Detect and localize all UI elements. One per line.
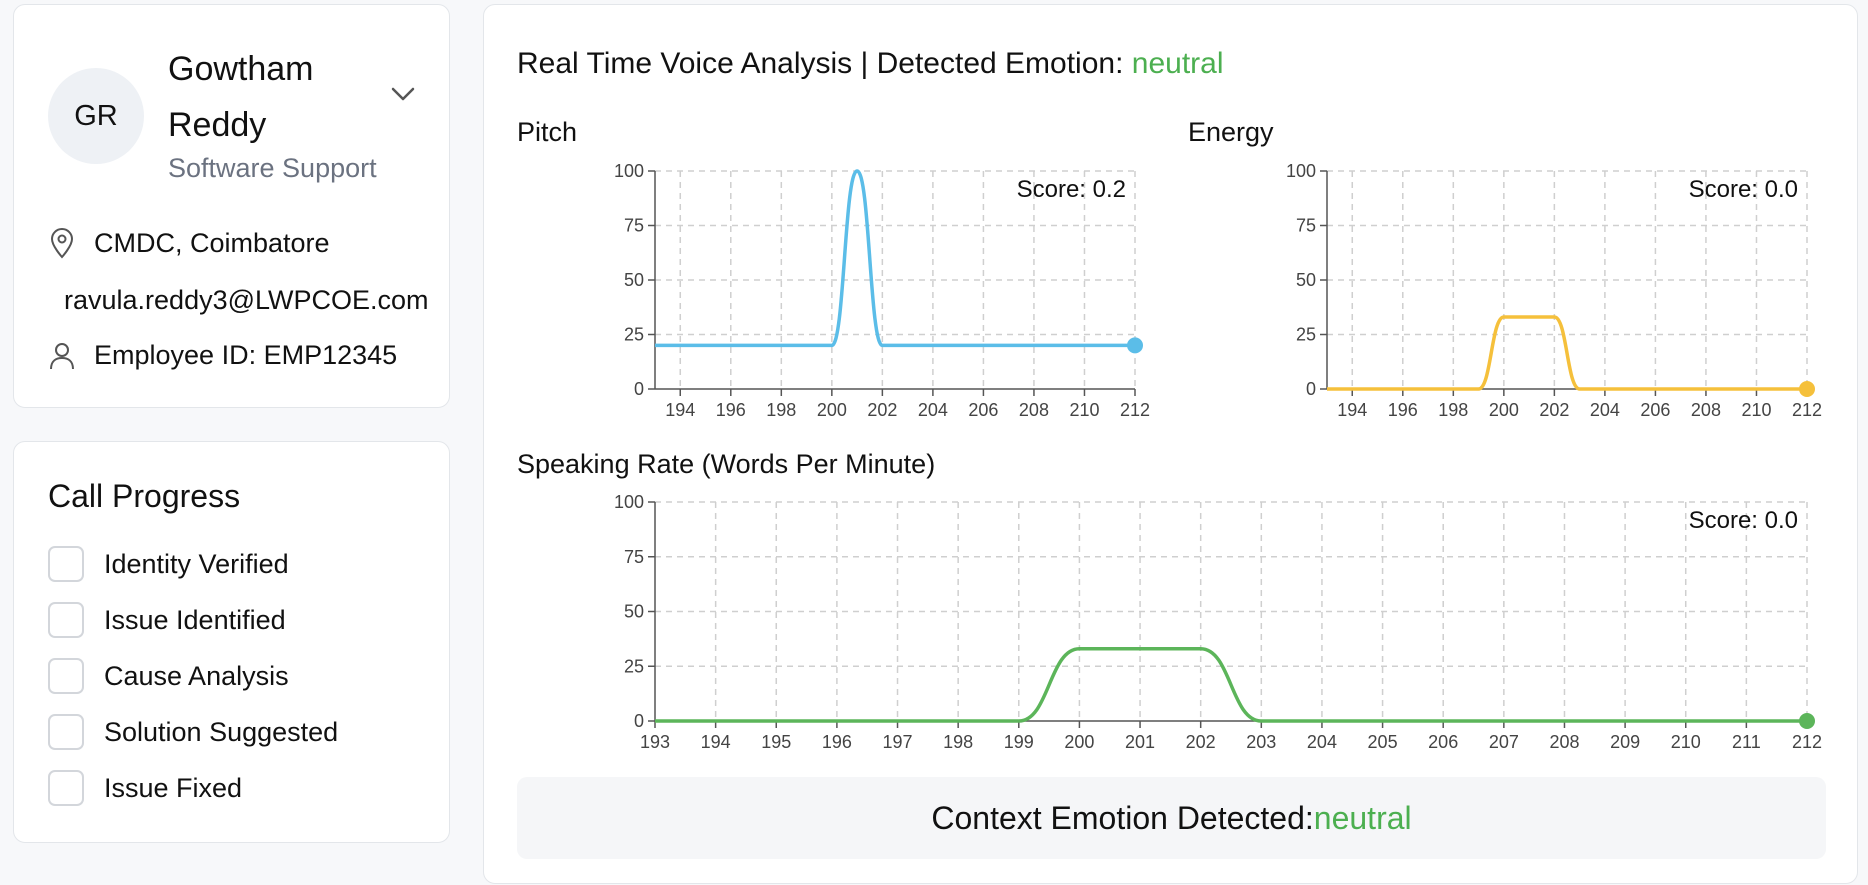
pitch-y-tick-label: 75 — [624, 216, 644, 236]
energy-x-tick-label: 206 — [1640, 400, 1670, 420]
energy-score-label: Score: 0.0 — [1689, 176, 1798, 203]
pitch-y-tick-label: 100 — [614, 161, 644, 181]
voice-analysis-card: Real Time Voice Analysis | Detected Emot… — [483, 4, 1858, 884]
call-progress-title: Call Progress — [48, 478, 241, 514]
pitch-x-tick-label: 200 — [817, 400, 847, 420]
avatar: GR — [48, 68, 144, 164]
speaking-rate-x-tick-label: 211 — [1732, 732, 1761, 752]
email-row: ravula.reddy3@LWPCOE.com — [64, 285, 429, 316]
speaking-rate-x-tick-label: 204 — [1307, 732, 1337, 752]
speaking-rate-x-tick-label: 196 — [822, 732, 852, 752]
speaking-rate-y-tick-label: 75 — [624, 547, 644, 567]
energy-x-tick-label: 200 — [1489, 400, 1519, 420]
checkbox[interactable] — [48, 546, 84, 582]
pitch-score-label: Score: 0.2 — [1017, 176, 1126, 203]
pitch-last-point — [1127, 337, 1143, 354]
energy-x-tick-label: 208 — [1691, 400, 1721, 420]
pitch-x-tick-label: 198 — [766, 400, 796, 420]
pitch-x-tick-label: 204 — [918, 400, 948, 420]
speaking-rate-x-tick-label: 200 — [1064, 732, 1094, 752]
energy-y-tick-label: 50 — [1296, 270, 1316, 290]
email-text: ravula.reddy3@LWPCOE.com — [64, 285, 429, 315]
speaking-rate-y-tick-label: 50 — [624, 602, 644, 622]
checkbox[interactable] — [48, 714, 84, 750]
employee-id-text: Employee ID: EMP12345 — [94, 340, 398, 370]
speaking-rate-x-tick-label: 210 — [1671, 732, 1701, 752]
checklist-item-issue-fixed[interactable]: Issue Fixed — [48, 770, 242, 806]
pitch-y-tick-label: 50 — [624, 270, 644, 290]
pitch-y-tick-label: 0 — [634, 379, 644, 399]
profile-name: Gowtham Reddy — [168, 50, 314, 144]
pitch-x-tick-label: 196 — [716, 400, 746, 420]
speaking-rate-x-tick-label: 205 — [1368, 732, 1398, 752]
speaking-rate-y-tick-label: 0 — [634, 711, 644, 731]
location-row: CMDC, Coimbatore — [48, 227, 330, 259]
speaking-rate-x-tick-label: 208 — [1549, 732, 1579, 752]
speaking-rate-x-tick-label: 202 — [1186, 732, 1216, 752]
checklist-item-issue-identified[interactable]: Issue Identified — [48, 602, 286, 638]
speaking-rate-score-label: Score: 0.0 — [1689, 507, 1798, 534]
speaking-rate-x-tick-label: 207 — [1489, 732, 1519, 752]
user-icon — [50, 342, 74, 369]
checklist-item-solution-suggested[interactable]: Solution Suggested — [48, 714, 338, 750]
location-pin-icon — [50, 228, 74, 259]
pitch-chart: 0 25 50 75 100 194 196 198 200 202 204 206 208 210 212… — [614, 161, 1822, 752]
speaking-rate-series-line — [655, 646, 1807, 723]
pitch-x-tick-label: 206 — [968, 400, 998, 420]
profile-role: Software Support — [168, 153, 377, 183]
pitch-x-tick-label: 202 — [867, 400, 897, 420]
energy-y-tick-label: 25 — [1296, 325, 1316, 345]
speaking-rate-x-tick-label: 203 — [1246, 732, 1276, 752]
speaking-rate-x-tick-label: 212 — [1792, 732, 1822, 752]
speaking-rate-last-point — [1799, 713, 1815, 729]
pitch-x-tick-label: 210 — [1069, 400, 1099, 420]
energy-x-tick-label: 204 — [1590, 400, 1620, 420]
pitch-x-tick-label: 208 — [1019, 400, 1049, 420]
speaking-rate-x-tick-label: 197 — [883, 732, 913, 752]
speaking-rate-x-tick-label: 194 — [701, 732, 731, 752]
checklist-label: Cause Analysis — [104, 660, 289, 691]
energy-x-tick-label: 212 — [1792, 400, 1822, 420]
energy-x-tick-label: 194 — [1337, 400, 1367, 420]
checklist-label: Issue Fixed — [104, 772, 243, 803]
speaking-rate-y-tick-label: 100 — [614, 492, 644, 512]
checklist-label: Solution Suggested — [104, 716, 339, 747]
pitch-y-tick-label: 25 — [624, 325, 644, 345]
speaking-rate-y-tick-label: 25 — [624, 656, 644, 676]
call-progress-card: Call Progress Identity Verified Issue Id… — [13, 441, 450, 843]
energy-y-tick-label: 0 — [1306, 379, 1316, 399]
chevron-down-icon[interactable] — [390, 83, 416, 105]
checkbox[interactable] — [48, 602, 84, 638]
energy-y-tick-label: 100 — [1286, 161, 1316, 181]
speaking-rate-x-tick-label: 199 — [1004, 732, 1034, 752]
speaking-rate-x-tick-label: 193 — [640, 732, 670, 752]
speaking-rate-x-tick-label: 195 — [761, 732, 791, 752]
location-text: CMDC, Coimbatore — [94, 227, 330, 258]
energy-x-tick-label: 198 — [1438, 400, 1468, 420]
context-emotion: neutral — [1313, 799, 1412, 836]
energy-x-tick-label: 202 — [1539, 400, 1569, 420]
energy-last-point — [1799, 381, 1815, 397]
context-emotion-prefix: Context Emotion Detected: — [931, 799, 1314, 836]
speaking-rate-x-tick-label: 198 — [943, 732, 973, 752]
energy-y-tick-label: 75 — [1296, 216, 1316, 236]
checklist-item-cause-analysis[interactable]: Cause Analysis — [48, 658, 289, 694]
checklist-label: Identity Verified — [104, 548, 289, 579]
energy-x-tick-label: 210 — [1741, 400, 1771, 420]
pitch-x-tick-label: 212 — [1120, 400, 1150, 420]
speaking-rate-x-tick-label: 201 — [1125, 732, 1155, 752]
profile-card: GR Gowtham Reddy Software Support CMDC, … — [13, 4, 450, 408]
speaking-rate-x-tick-label: 209 — [1610, 732, 1640, 752]
energy-x-tick-label: 196 — [1388, 400, 1418, 420]
speaking-rate-x-tick-label: 206 — [1428, 732, 1458, 752]
pitch-x-tick-label: 194 — [665, 400, 695, 420]
checkbox[interactable] — [48, 658, 84, 694]
checklist-item-identity-verified[interactable]: Identity Verified — [48, 546, 289, 582]
employee-id-row: Employee ID: EMP12345 — [48, 340, 397, 371]
energy-series-line — [1326, 315, 1807, 391]
checkbox[interactable] — [48, 770, 84, 806]
checklist-label: Issue Identified — [104, 604, 286, 635]
context-emotion-box: Context Emotion Detected: neutral — [517, 777, 1826, 859]
